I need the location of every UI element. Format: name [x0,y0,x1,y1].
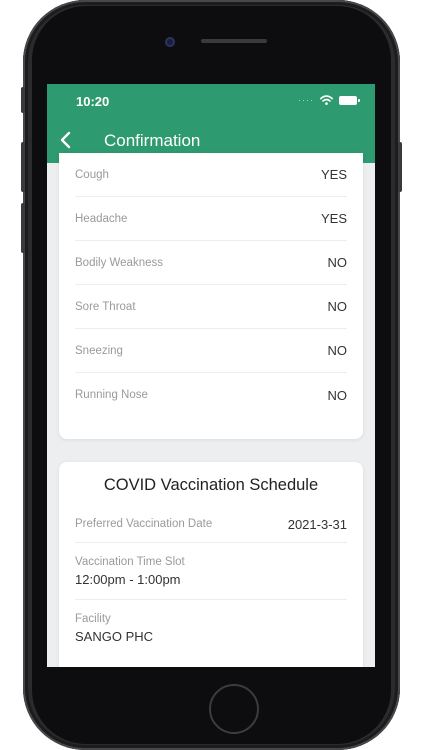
time-slot-row: Vaccination Time Slot 12:00pm - 1:00pm [75,543,347,600]
wifi-icon [320,95,333,105]
power-button [398,142,402,192]
preferred-date-value: 2021-3-31 [287,516,347,532]
symptom-row: Bodily Weakness NO [75,241,347,285]
status-icons: ···· [298,94,360,105]
facility-row: Facility SANGO PHC [75,600,347,660]
symptom-label: Bodily Weakness [75,256,163,269]
symptom-row: Sore Throat NO [75,285,347,329]
volume-up-button [21,142,25,192]
battery-icon [339,95,360,105]
symptom-label: Cough [75,168,109,181]
symptom-label: Headache [75,212,128,225]
volume-down-button [21,203,25,253]
symptom-value: NO [327,255,348,270]
preferred-date-label: Preferred Vaccination Date [75,518,213,530]
front-camera [165,37,175,47]
symptom-value: NO [327,299,348,314]
time-slot-label: Vaccination Time Slot [75,556,185,568]
symptoms-card: Cough YES Headache YES Bodily Weakness N… [59,153,363,439]
symptom-value: YES [320,211,347,226]
home-button[interactable] [209,684,259,734]
app-header: 10:20 ···· Confirmation [47,84,375,163]
app-screen: 10:20 ···· Confirmation Cough YES Headac… [47,84,375,667]
schedule-title: COVID Vaccination Schedule [103,476,319,494]
scroll-content[interactable]: Cough YES Headache YES Bodily Weakness N… [47,153,375,667]
vaccination-schedule-card: COVID Vaccination Schedule Preferred Vac… [59,462,363,667]
status-time: 10:20 [76,94,110,109]
symptom-value: NO [327,387,348,403]
back-button[interactable] [57,129,77,151]
symptom-label: Sneezing [75,344,123,357]
symptom-row: Running Nose NO [75,373,347,417]
symptom-value: NO [327,343,348,358]
symptom-row: Sneezing NO [75,329,347,373]
symptom-label: Running Nose [75,389,148,401]
symptom-row: Cough YES [75,153,347,197]
page-title: Confirmation [104,131,201,150]
symptom-value: YES [320,167,347,182]
signal-dots: ···· [298,94,314,105]
preferred-date-row: Preferred Vaccination Date 2021-3-31 [75,506,347,543]
time-slot-value: 12:00pm - 1:00pm [75,572,181,587]
earpiece-speaker [201,39,267,43]
chevron-left-icon [60,131,71,149]
facility-value: SANGO PHC [75,629,154,644]
symptom-label: Sore Throat [75,300,136,313]
facility-label: Facility [75,613,111,625]
symptom-row: Headache YES [75,197,347,241]
mute-switch [21,87,25,113]
